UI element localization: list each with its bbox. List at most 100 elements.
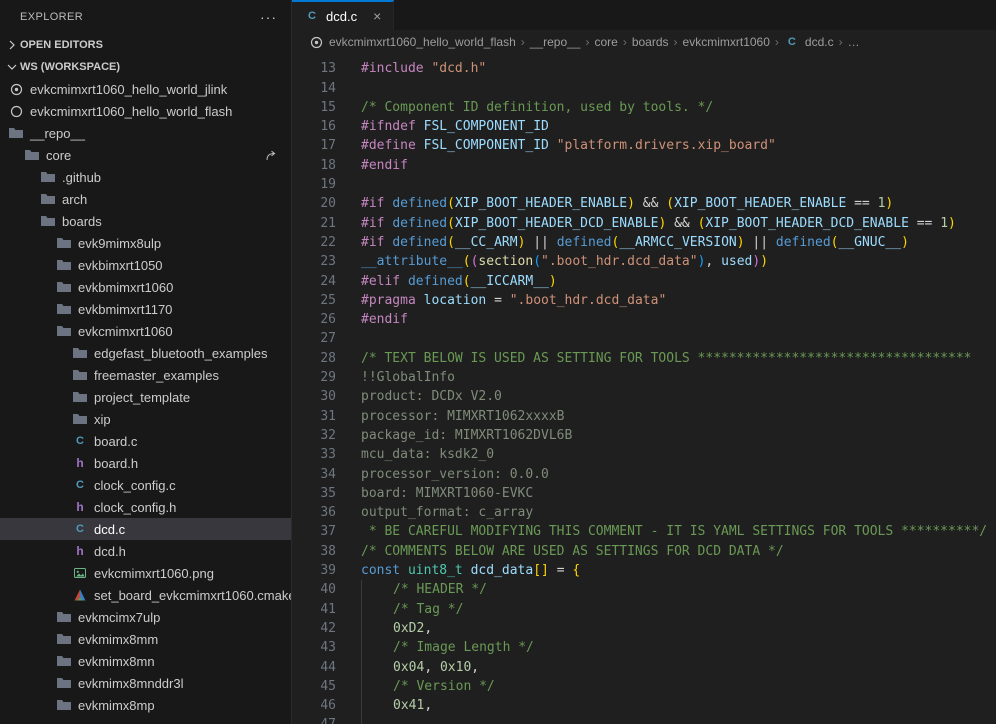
tree-item-label: edgefast_bluetooth_examples <box>94 346 267 361</box>
tree-item-github[interactable]: .github <box>0 166 291 188</box>
code-line-45[interactable]: 45/* Version */ <box>292 677 996 696</box>
tree-item-evkbmimxrt1060[interactable]: evkbmimxrt1060 <box>0 276 291 298</box>
c-file-icon: C <box>304 10 320 22</box>
tree-item-dcd-h[interactable]: hdcd.h <box>0 540 291 562</box>
code-line-15[interactable]: 15/* Component ID definition, used by to… <box>292 98 996 117</box>
code-line-41[interactable]: 41/* Tag */ <box>292 600 996 619</box>
breadcrumb-item[interactable]: evkcmimxrt1060 <box>683 35 770 49</box>
breadcrumb-separator: › <box>521 35 525 49</box>
code-line-33[interactable]: 33mcu_data: ksdk2_0 <box>292 445 996 464</box>
open-editors-label: OPEN EDITORS <box>20 39 103 51</box>
tree-item-evkbmimxrt1170[interactable]: evkbmimxrt1170 <box>0 298 291 320</box>
line-number: 26 <box>292 310 336 329</box>
tree-item-edgefast-bluetooth-examples[interactable]: edgefast_bluetooth_examples <box>0 342 291 364</box>
code-text: processor_version: 0.0.0 <box>336 465 549 484</box>
code-line-35[interactable]: 35board: MIMXRT1060-EVKC <box>292 484 996 503</box>
code-line-32[interactable]: 32package_id: MIMXRT1062DVL6B <box>292 426 996 445</box>
line-number: 19 <box>292 175 336 194</box>
folder-icon <box>40 215 56 227</box>
code-line-31[interactable]: 31processor: MIMXRT1062xxxxB <box>292 407 996 426</box>
breadcrumb-item[interactable]: … <box>848 35 860 49</box>
tree-item-evk9mimx8ulp[interactable]: evk9mimx8ulp <box>0 232 291 254</box>
breadcrumb-item[interactable]: dcd.c <box>805 35 834 49</box>
code-line-14[interactable]: 14 <box>292 79 996 98</box>
tree-item-repo[interactable]: __repo__ <box>0 122 291 144</box>
tree-item-boards[interactable]: boards <box>0 210 291 232</box>
code-line-38[interactable]: 38/* COMMENTS BELOW ARE USED AS SETTINGS… <box>292 542 996 561</box>
breadcrumb-item[interactable]: boards <box>632 35 669 49</box>
code-line-40[interactable]: 40/* HEADER */ <box>292 580 996 599</box>
tree-item-evkcmimxrt1060[interactable]: evkcmimxrt1060 <box>0 320 291 342</box>
tree-item-evkmimx8mp[interactable]: evkmimx8mp <box>0 694 291 716</box>
tree-item-evkmimx8mn[interactable]: evkmimx8mn <box>0 650 291 672</box>
tree-item-evkmimx8mm[interactable]: evkmimx8mm <box>0 628 291 650</box>
tree-item-evkcmimxrt1060-hello-world-jlink[interactable]: evkcmimxrt1060_hello_world_jlink <box>0 78 291 100</box>
tree-item-clock-config-c[interactable]: Cclock_config.c <box>0 474 291 496</box>
workspace-section-header[interactable]: WS (WORKSPACE) <box>0 56 291 78</box>
code-line-43[interactable]: 43/* Image Length */ <box>292 638 996 657</box>
line-number: 43 <box>292 638 336 657</box>
code-line-17[interactable]: 17#define FSL_COMPONENT_ID "platform.dri… <box>292 136 996 155</box>
code-line-16[interactable]: 16#ifndef FSL_COMPONENT_ID <box>292 117 996 136</box>
workspace-label: WS (WORKSPACE) <box>20 61 120 73</box>
tree-item-xip[interactable]: xip <box>0 408 291 430</box>
code-line-34[interactable]: 34processor_version: 0.0.0 <box>292 465 996 484</box>
code-line-22[interactable]: 22#if defined(__CC_ARM) || defined(__ARM… <box>292 233 996 252</box>
code-text: #if defined(__CC_ARM) || defined(__ARMCC… <box>336 233 909 252</box>
tree-item-board-h[interactable]: hboard.h <box>0 452 291 474</box>
tree-item-label: evk9mimx8ulp <box>78 236 161 251</box>
tree-item-dcd-c[interactable]: Cdcd.c <box>0 518 291 540</box>
code-line-46[interactable]: 460x41, <box>292 696 996 715</box>
code-line-37[interactable]: 37 * BE CAREFUL MODIFYING THIS COMMENT -… <box>292 522 996 541</box>
code-line-44[interactable]: 440x04, 0x10, <box>292 658 996 677</box>
tree-item-evkmcimx7ulp[interactable]: evkmcimx7ulp <box>0 606 291 628</box>
line-number: 33 <box>292 445 336 464</box>
code-line-25[interactable]: 25#pragma location = ".boot_hdr.dcd_data… <box>292 291 996 310</box>
code-line-19[interactable]: 19 <box>292 175 996 194</box>
tree-item-clock-config-h[interactable]: hclock_config.h <box>0 496 291 518</box>
tree-item-freemaster-examples[interactable]: freemaster_examples <box>0 364 291 386</box>
workspace-root-icon <box>8 105 24 118</box>
open-editors-section-header[interactable]: OPEN EDITORS <box>0 34 291 56</box>
tree-item-evkmimx8mnddr3l[interactable]: evkmimx8mnddr3l <box>0 672 291 694</box>
breadcrumb-item[interactable]: evkcmimxrt1060_hello_world_flash <box>329 35 516 49</box>
code-text: #define FSL_COMPONENT_ID "platform.drive… <box>336 136 776 155</box>
more-actions-icon[interactable]: ··· <box>260 9 277 25</box>
close-icon[interactable]: × <box>373 9 381 23</box>
breadcrumb-item[interactable]: __repo__ <box>530 35 581 49</box>
code-line-47[interactable]: 47 <box>292 715 996 724</box>
code-line-27[interactable]: 27 <box>292 329 996 348</box>
tree-item-label: evkbmimxrt1060 <box>78 280 173 295</box>
tree-item-evkcmimxrt1060-png[interactable]: evkcmimxrt1060.png <box>0 562 291 584</box>
tab-dcd-c[interactable]: C dcd.c × <box>292 0 394 30</box>
code-line-30[interactable]: 30product: DCDx V2.0 <box>292 387 996 406</box>
code-line-13[interactable]: 13#include "dcd.h" <box>292 59 996 78</box>
code-line-18[interactable]: 18#endif <box>292 156 996 175</box>
tree-item-core[interactable]: core <box>0 144 291 166</box>
code-line-42[interactable]: 420xD2, <box>292 619 996 638</box>
code-line-39[interactable]: 39const uint8_t dcd_data[] = { <box>292 561 996 580</box>
tree-item-project-template[interactable]: project_template <box>0 386 291 408</box>
breadcrumb-item[interactable]: core <box>594 35 617 49</box>
code-line-21[interactable]: 21#if defined(XIP_BOOT_HEADER_DCD_ENABLE… <box>292 214 996 233</box>
tree-item-board-c[interactable]: Cboard.c <box>0 430 291 452</box>
line-number: 15 <box>292 98 336 117</box>
tree-item-label: evkmimx8mnddr3l <box>78 676 183 691</box>
code-line-26[interactable]: 26#endif <box>292 310 996 329</box>
code-editor[interactable]: 1213#include "dcd.h"1415/* Component ID … <box>292 54 996 724</box>
tree-item-evkbimxrt1050[interactable]: evkbimxrt1050 <box>0 254 291 276</box>
tree-item-label: evkcmimxrt1060 <box>78 324 173 339</box>
tree-item-set-board-evkcmimxrt1060-cmake[interactable]: set_board_evkcmimxrt1060.cmake <box>0 584 291 606</box>
code-line-20[interactable]: 20#if defined(XIP_BOOT_HEADER_ENABLE) &&… <box>292 194 996 213</box>
breadcrumb-separator: › <box>775 35 779 49</box>
tree-item-evkcmimxrt1060-hello-world-flash[interactable]: evkcmimxrt1060_hello_world_flash <box>0 100 291 122</box>
line-number: 14 <box>292 79 336 98</box>
code-line-23[interactable]: 23__attribute__((section(".boot_hdr.dcd_… <box>292 252 996 271</box>
tree-item-label: xip <box>94 412 111 427</box>
code-line-24[interactable]: 24#elif defined(__ICCARM__) <box>292 272 996 291</box>
tree-item-arch[interactable]: arch <box>0 188 291 210</box>
code-line-28[interactable]: 28/* TEXT BELOW IS USED AS SETTING FOR T… <box>292 349 996 368</box>
line-number: 41 <box>292 600 336 619</box>
code-line-36[interactable]: 36output_format: c_array <box>292 503 996 522</box>
code-line-29[interactable]: 29!!GlobalInfo <box>292 368 996 387</box>
